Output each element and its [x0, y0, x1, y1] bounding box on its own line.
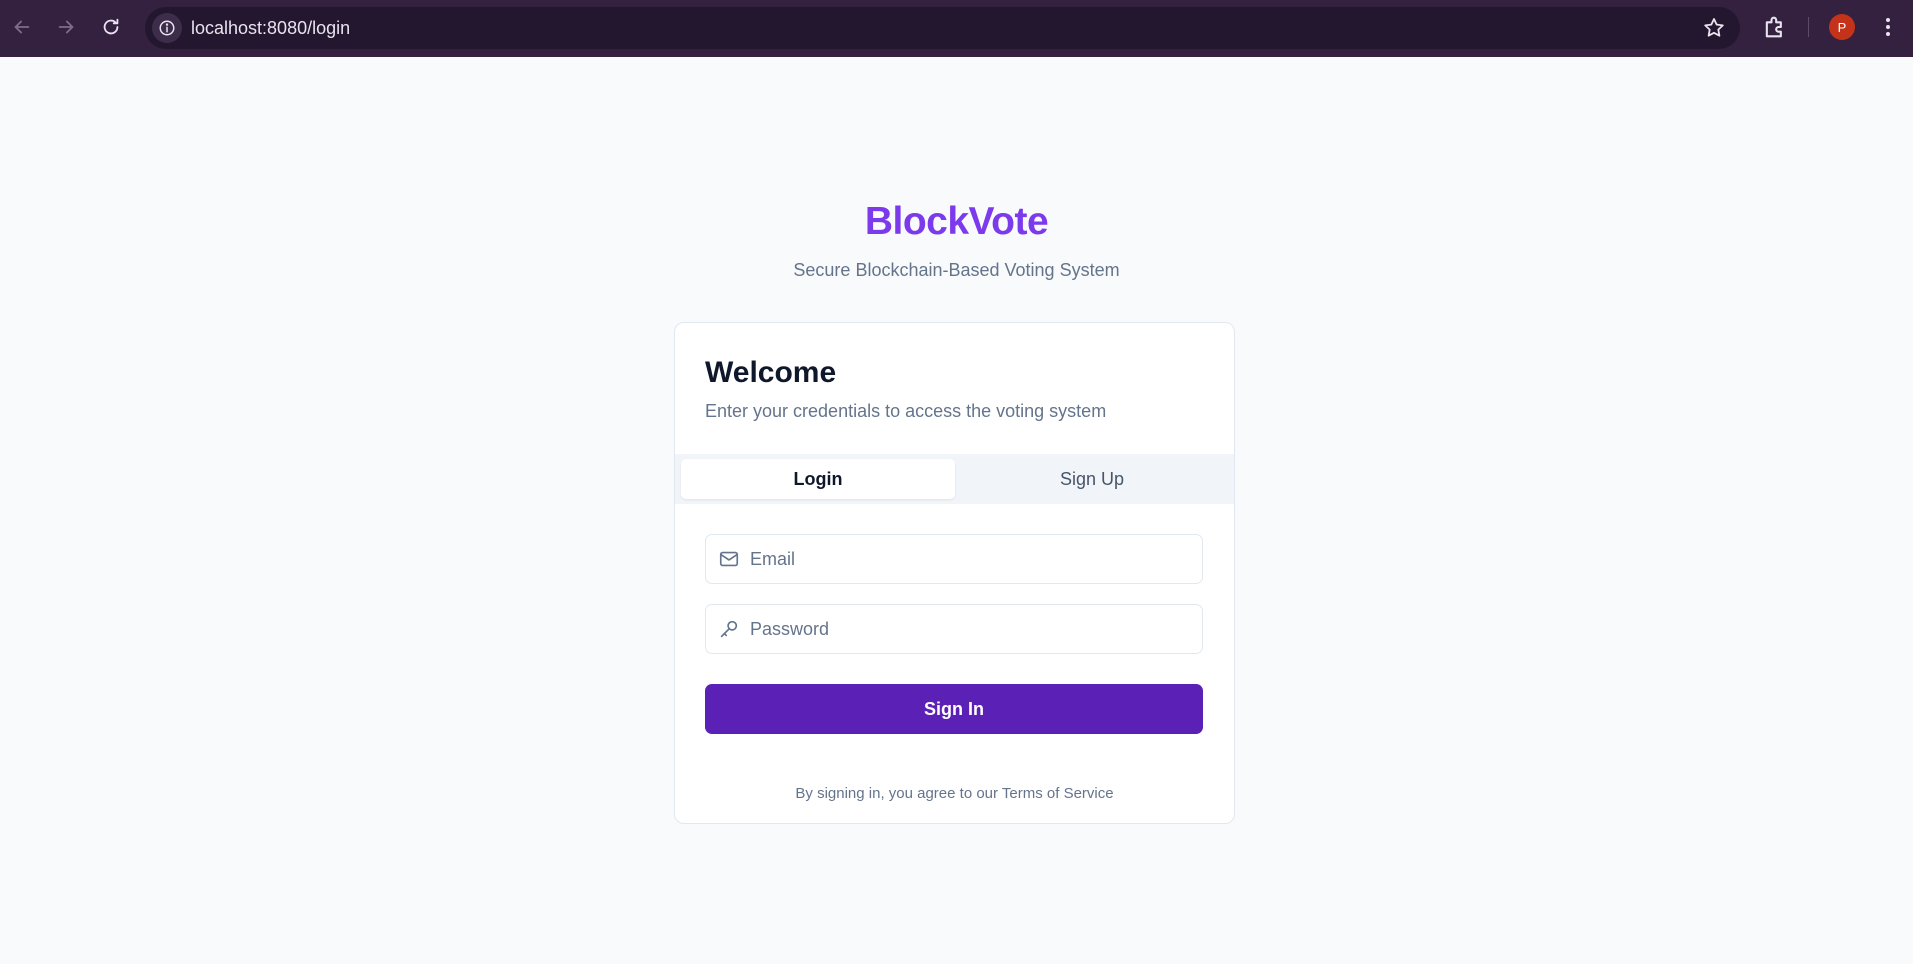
site-info-button[interactable]	[152, 13, 182, 43]
brand-tagline: Secure Blockchain-Based Voting System	[793, 260, 1120, 280]
arrow-right-icon	[58, 20, 74, 34]
address-bar[interactable]: localhost:8080/login	[145, 7, 1740, 49]
reload-button[interactable]	[96, 12, 126, 42]
key-icon	[720, 620, 738, 638]
back-button[interactable]	[7, 12, 37, 42]
mail-icon	[719, 551, 739, 567]
profile-avatar[interactable]: P	[1829, 14, 1855, 40]
more-vertical-icon	[1886, 18, 1890, 36]
email-field[interactable]	[705, 534, 1203, 584]
auth-tabs: Login Sign Up	[675, 454, 1234, 504]
forward-button[interactable]	[51, 12, 81, 42]
login-card: Welcome Enter your credentials to access…	[674, 322, 1235, 824]
bookmark-star-icon[interactable]	[1702, 16, 1726, 40]
tab-sign-up[interactable]: Sign Up	[955, 459, 1229, 499]
url-text[interactable]: localhost:8080/login	[191, 18, 350, 39]
reload-icon	[103, 18, 119, 35]
password-field[interactable]	[705, 604, 1203, 654]
toolbar-separator	[1808, 17, 1809, 37]
extensions-icon[interactable]	[1761, 13, 1789, 41]
arrow-left-icon	[14, 20, 30, 34]
browser-menu-button[interactable]	[1876, 13, 1900, 41]
sign-in-button[interactable]: Sign In	[705, 684, 1203, 734]
card-description: Enter your credentials to access the vot…	[705, 401, 1107, 421]
browser-toolbar: localhost:8080/login P	[0, 0, 1913, 57]
card-title: Welcome	[705, 356, 837, 389]
terms-notice: By signing in, you agree to our Terms of…	[795, 785, 1114, 802]
info-icon	[159, 20, 175, 36]
password-input[interactable]	[750, 605, 1190, 653]
brand-title: BlockVote	[864, 200, 1049, 243]
tab-login[interactable]: Login	[681, 459, 955, 499]
email-input[interactable]	[750, 535, 1190, 583]
